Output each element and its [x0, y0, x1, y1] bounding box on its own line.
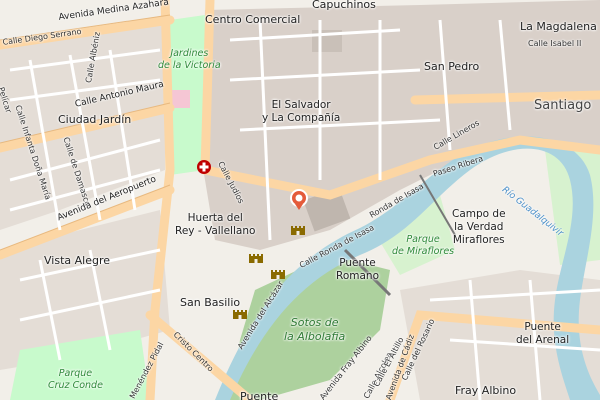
location-pin-icon[interactable] [288, 188, 310, 212]
place-ciudad-jardin: Ciudad Jardín [58, 113, 132, 126]
castle-icon[interactable] [290, 222, 306, 236]
district-el-salvador: El Salvador y La Compañía [262, 99, 341, 124]
park-cruz-conde-label: Parque Cruz Conde [48, 368, 103, 391]
castle-icon[interactable] [232, 306, 248, 320]
district-campo-de-la-verdad: Campo de la Verdad Miraflores [452, 208, 506, 246]
place-san-pedro: San Pedro [424, 60, 480, 73]
place-puente: Puente [240, 390, 279, 400]
park-jardines-victoria-label: Jardines de la Victoria [158, 48, 221, 71]
place-centro-comercial: Centro Comercial [205, 13, 301, 26]
map-canvas[interactable]: Centro Comercial Capuchinos La Magdalena… [0, 0, 600, 400]
place-vista-alegre: Vista Alegre [44, 254, 110, 267]
hospital-icon[interactable] [196, 159, 212, 175]
place-santiago: Santiago [534, 98, 592, 113]
place-capuchinos: Capuchinos [312, 0, 376, 11]
place-fray-albino: Fray Albino [455, 384, 517, 397]
park-sotos-label: Sotos de la Albolafia [284, 316, 346, 343]
district-puente-romano: Puente Romano [336, 257, 379, 282]
street-isabel-ii: Calle Isabel II [528, 39, 582, 48]
park-miraflores-label: Parque de Miraflores [392, 234, 455, 257]
castle-icon[interactable] [248, 250, 264, 264]
district-huerta-del-rey: Huerta del Rey - Vallellano [175, 212, 256, 237]
place-la-magdalena: La Magdalena [520, 20, 597, 33]
castle-icon[interactable] [270, 266, 286, 280]
district-puente-del-arenal: Puente del Arenal [516, 321, 570, 346]
